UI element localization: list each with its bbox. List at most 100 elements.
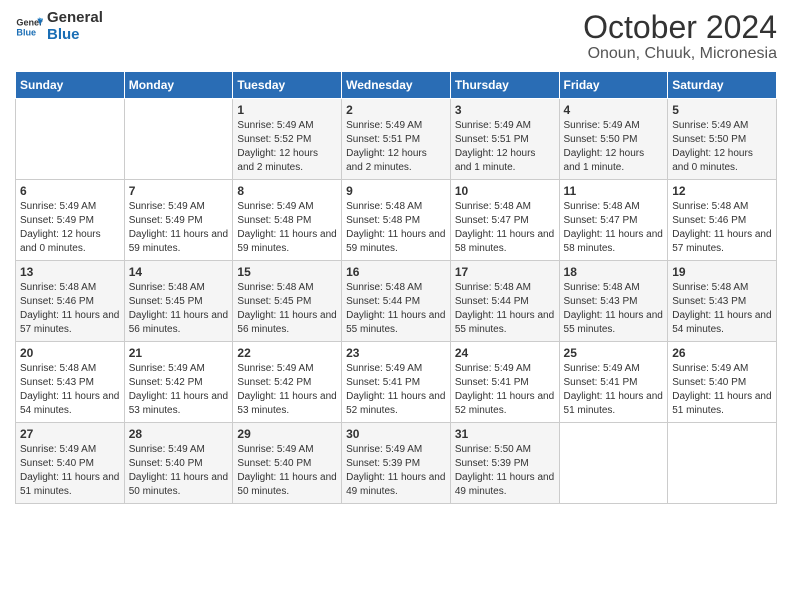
calendar-week-4: 20 Sunrise: 5:48 AM Sunset: 5:43 PM Dayli… xyxy=(16,342,777,423)
day-info: Sunrise: 5:49 AM Sunset: 5:39 PM Dayligh… xyxy=(346,443,446,499)
logo-blue-text: Blue xyxy=(47,27,103,44)
day-info: Sunrise: 5:49 AM Sunset: 5:42 PM Dayligh… xyxy=(237,362,337,418)
calendar-header: Sunday Monday Tuesday Wednesday Thursday… xyxy=(16,72,777,99)
day-number: 21 xyxy=(129,346,229,360)
calendar-week-1: 1 Sunrise: 5:49 AM Sunset: 5:52 PM Daylig… xyxy=(16,99,777,180)
day-number: 25 xyxy=(564,346,664,360)
calendar-cell: 15 Sunrise: 5:48 AM Sunset: 5:45 PM Dayli… xyxy=(233,261,342,342)
day-info: Sunrise: 5:49 AM Sunset: 5:49 PM Dayligh… xyxy=(129,200,229,256)
col-monday: Monday xyxy=(124,72,233,99)
day-info: Sunrise: 5:49 AM Sunset: 5:51 PM Dayligh… xyxy=(346,119,446,175)
day-info: Sunrise: 5:49 AM Sunset: 5:40 PM Dayligh… xyxy=(129,443,229,499)
day-info: Sunrise: 5:49 AM Sunset: 5:40 PM Dayligh… xyxy=(237,443,337,499)
day-info: Sunrise: 5:48 AM Sunset: 5:48 PM Dayligh… xyxy=(346,200,446,256)
day-info: Sunrise: 5:48 AM Sunset: 5:43 PM Dayligh… xyxy=(564,281,664,337)
day-number: 16 xyxy=(346,265,446,279)
calendar-cell: 17Sunrise: 5:48 AM Sunset: 5:44 PM Dayli… xyxy=(450,261,559,342)
calendar-cell: 3 Sunrise: 5:49 AM Sunset: 5:51 PM Daylig… xyxy=(450,99,559,180)
day-info: Sunrise: 5:49 AM Sunset: 5:42 PM Dayligh… xyxy=(129,362,229,418)
calendar-week-3: 13 Sunrise: 5:48 AM Sunset: 5:46 PM Dayli… xyxy=(16,261,777,342)
calendar-cell xyxy=(124,99,233,180)
day-info: Sunrise: 5:48 AM Sunset: 5:45 PM Dayligh… xyxy=(237,281,337,337)
calendar-cell: 6 Sunrise: 5:49 AM Sunset: 5:49 PM Daylig… xyxy=(16,180,125,261)
calendar-cell: 4 Sunrise: 5:49 AM Sunset: 5:50 PM Daylig… xyxy=(559,99,668,180)
day-info: Sunrise: 5:48 AM Sunset: 5:44 PM Dayligh… xyxy=(346,281,446,337)
calendar-cell xyxy=(16,99,125,180)
day-number: 23 xyxy=(346,346,446,360)
calendar-cell xyxy=(668,423,777,504)
day-number: 17 xyxy=(455,265,555,279)
day-number: 15 xyxy=(237,265,337,279)
day-info: Sunrise: 5:49 AM Sunset: 5:49 PM Dayligh… xyxy=(20,200,120,256)
day-info: Sunrise: 5:49 AM Sunset: 5:52 PM Dayligh… xyxy=(237,119,337,175)
day-info: Sunrise: 5:48 AM Sunset: 5:47 PM Dayligh… xyxy=(564,200,664,256)
day-number: 30 xyxy=(346,427,446,441)
calendar-cell: 29 Sunrise: 5:49 AM Sunset: 5:40 PM Dayli… xyxy=(233,423,342,504)
col-wednesday: Wednesday xyxy=(342,72,451,99)
title-block: October 2024 Onoun, Chuuk, Micronesia xyxy=(583,10,777,63)
calendar-cell xyxy=(559,423,668,504)
day-number: 22 xyxy=(237,346,337,360)
col-tuesday: Tuesday xyxy=(233,72,342,99)
day-number: 7 xyxy=(129,184,229,198)
day-number: 26 xyxy=(672,346,772,360)
day-number: 29 xyxy=(237,427,337,441)
day-number: 19 xyxy=(672,265,772,279)
header: General Blue General Blue October 2024 O… xyxy=(15,10,777,63)
day-info: Sunrise: 5:49 AM Sunset: 5:40 PM Dayligh… xyxy=(20,443,120,499)
day-info: Sunrise: 5:48 AM Sunset: 5:45 PM Dayligh… xyxy=(129,281,229,337)
day-info: Sunrise: 5:49 AM Sunset: 5:41 PM Dayligh… xyxy=(564,362,664,418)
day-info: Sunrise: 5:48 AM Sunset: 5:46 PM Dayligh… xyxy=(20,281,120,337)
calendar-cell: 31Sunrise: 5:50 AM Sunset: 5:39 PM Dayli… xyxy=(450,423,559,504)
calendar-subtitle: Onoun, Chuuk, Micronesia xyxy=(583,45,777,63)
calendar-week-5: 27 Sunrise: 5:49 AM Sunset: 5:40 PM Dayli… xyxy=(16,423,777,504)
day-number: 3 xyxy=(455,103,555,117)
logo-general-text: General xyxy=(47,10,103,27)
day-number: 1 xyxy=(237,103,337,117)
day-info: Sunrise: 5:49 AM Sunset: 5:50 PM Dayligh… xyxy=(672,119,772,175)
calendar-cell: 24Sunrise: 5:49 AM Sunset: 5:41 PM Dayli… xyxy=(450,342,559,423)
day-info: Sunrise: 5:49 AM Sunset: 5:48 PM Dayligh… xyxy=(237,200,337,256)
day-info: Sunrise: 5:50 AM Sunset: 5:39 PM Dayligh… xyxy=(455,443,555,499)
col-saturday: Saturday xyxy=(668,72,777,99)
day-number: 6 xyxy=(20,184,120,198)
page: General Blue General Blue October 2024 O… xyxy=(0,0,792,514)
day-number: 12 xyxy=(672,184,772,198)
day-number: 14 xyxy=(129,265,229,279)
day-info: Sunrise: 5:48 AM Sunset: 5:46 PM Dayligh… xyxy=(672,200,772,256)
day-number: 9 xyxy=(346,184,446,198)
day-number: 8 xyxy=(237,184,337,198)
svg-text:Blue: Blue xyxy=(16,27,36,37)
calendar-cell: 18 Sunrise: 5:48 AM Sunset: 5:43 PM Dayli… xyxy=(559,261,668,342)
day-number: 18 xyxy=(564,265,664,279)
calendar-cell: 26 Sunrise: 5:49 AM Sunset: 5:40 PM Dayli… xyxy=(668,342,777,423)
calendar-cell: 2Sunrise: 5:49 AM Sunset: 5:51 PM Daylig… xyxy=(342,99,451,180)
calendar-cell: 16 Sunrise: 5:48 AM Sunset: 5:44 PM Dayli… xyxy=(342,261,451,342)
calendar-cell: 7 Sunrise: 5:49 AM Sunset: 5:49 PM Daylig… xyxy=(124,180,233,261)
calendar-cell: 9 Sunrise: 5:48 AM Sunset: 5:48 PM Daylig… xyxy=(342,180,451,261)
day-info: Sunrise: 5:48 AM Sunset: 5:47 PM Dayligh… xyxy=(455,200,555,256)
day-number: 24 xyxy=(455,346,555,360)
calendar-cell: 30 Sunrise: 5:49 AM Sunset: 5:39 PM Dayli… xyxy=(342,423,451,504)
day-number: 20 xyxy=(20,346,120,360)
day-number: 28 xyxy=(129,427,229,441)
calendar-title: October 2024 xyxy=(583,10,777,45)
day-info: Sunrise: 5:49 AM Sunset: 5:50 PM Dayligh… xyxy=(564,119,664,175)
calendar-cell: 10Sunrise: 5:48 AM Sunset: 5:47 PM Dayli… xyxy=(450,180,559,261)
day-info: Sunrise: 5:49 AM Sunset: 5:41 PM Dayligh… xyxy=(346,362,446,418)
day-number: 4 xyxy=(564,103,664,117)
calendar-cell: 25 Sunrise: 5:49 AM Sunset: 5:41 PM Dayli… xyxy=(559,342,668,423)
day-info: Sunrise: 5:48 AM Sunset: 5:43 PM Dayligh… xyxy=(20,362,120,418)
day-info: Sunrise: 5:49 AM Sunset: 5:40 PM Dayligh… xyxy=(672,362,772,418)
calendar-week-2: 6 Sunrise: 5:49 AM Sunset: 5:49 PM Daylig… xyxy=(16,180,777,261)
day-info: Sunrise: 5:49 AM Sunset: 5:51 PM Dayligh… xyxy=(455,119,555,175)
col-friday: Friday xyxy=(559,72,668,99)
logo-icon: General Blue xyxy=(15,13,43,41)
day-number: 27 xyxy=(20,427,120,441)
calendar-cell: 1 Sunrise: 5:49 AM Sunset: 5:52 PM Daylig… xyxy=(233,99,342,180)
day-number: 13 xyxy=(20,265,120,279)
calendar-cell: 28 Sunrise: 5:49 AM Sunset: 5:40 PM Dayli… xyxy=(124,423,233,504)
calendar-cell: 12 Sunrise: 5:48 AM Sunset: 5:46 PM Dayli… xyxy=(668,180,777,261)
calendar-cell: 22 Sunrise: 5:49 AM Sunset: 5:42 PM Dayli… xyxy=(233,342,342,423)
day-number: 11 xyxy=(564,184,664,198)
